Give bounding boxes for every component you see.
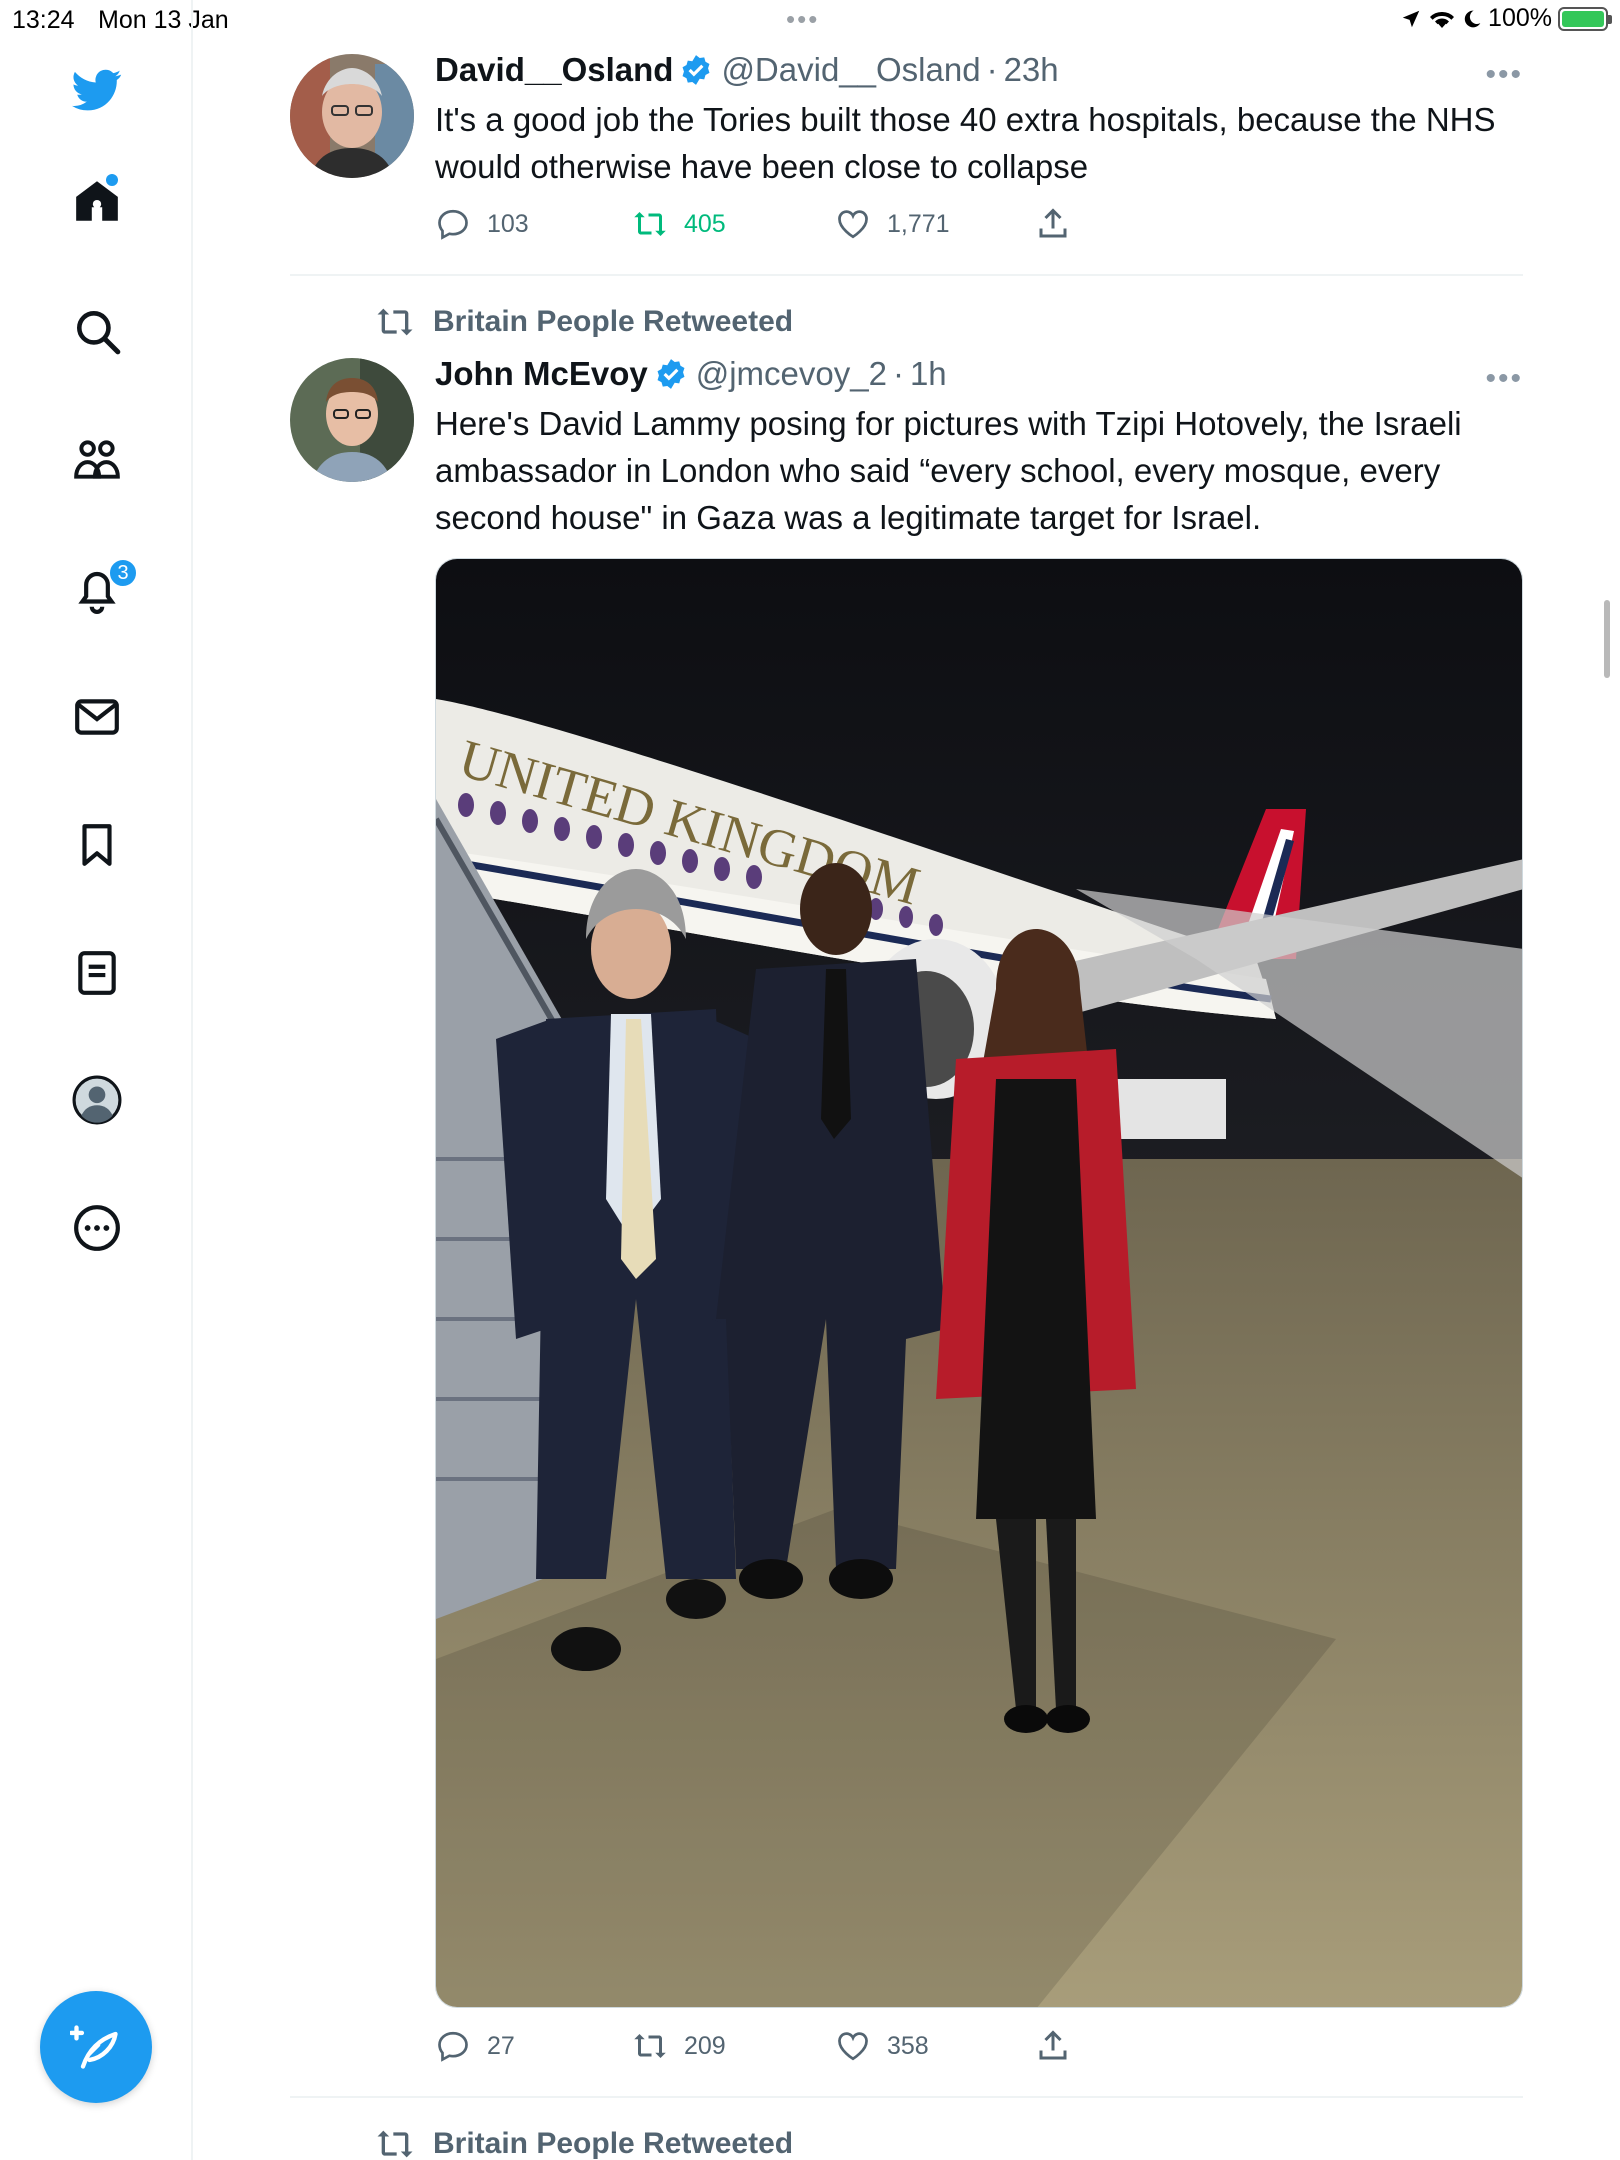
- multitask-dots-icon[interactable]: •••: [786, 4, 819, 35]
- communities-icon: [74, 440, 120, 479]
- tweet-time[interactable]: 1h: [910, 355, 947, 393]
- user-avatar-photo: [290, 358, 414, 482]
- share-icon: [1039, 208, 1067, 238]
- battery-icon: [1558, 6, 1612, 31]
- status-bar: 13:24 Mon 13 Jan ••• 100%: [0, 0, 1620, 40]
- tweet-text: It's a good job the Tories built those 4…: [435, 101, 1496, 185]
- envelope-icon: [75, 699, 119, 735]
- like-button[interactable]: 358: [835, 2028, 929, 2064]
- reply-icon: [438, 2031, 468, 2062]
- more-circle-icon: [74, 1205, 120, 1251]
- author-name[interactable]: David__Osland: [435, 51, 673, 89]
- like-count: 1,771: [887, 209, 950, 238]
- separator-dot: ·: [986, 51, 998, 88]
- heart-icon: [838, 2032, 868, 2061]
- tweet-divider: [290, 274, 1523, 276]
- user-avatar-photo: [290, 54, 414, 178]
- like-count: 358: [887, 2031, 929, 2060]
- reply-count: 103: [487, 209, 529, 238]
- compose-tweet-button[interactable]: [40, 1991, 152, 2103]
- scrollbar[interactable]: [1604, 600, 1610, 678]
- photo-airport-scene: UNITED KINGDOM: [436, 559, 1522, 2007]
- retweet-icon: [634, 212, 666, 236]
- like-button[interactable]: 1,771: [835, 206, 950, 242]
- tweet-divider: [290, 2096, 1523, 2098]
- heart-icon: [838, 210, 868, 239]
- retweeted-by[interactable]: Britain People Retweeted: [375, 2124, 793, 2160]
- nav-bookmarks[interactable]: [62, 810, 132, 880]
- author-name[interactable]: John McEvoy: [435, 355, 648, 393]
- location-icon: [1402, 10, 1420, 27]
- retweeted-by[interactable]: Britain People Retweeted: [375, 302, 793, 342]
- more-options-icon[interactable]: •••: [1485, 362, 1523, 396]
- avatar[interactable]: [290, 54, 414, 178]
- tweet-photo[interactable]: UNITED KINGDOM: [435, 558, 1523, 2008]
- home-unread-dot: [106, 174, 118, 186]
- wifi-icon: [1430, 11, 1455, 28]
- retweet-icon: [377, 2130, 413, 2158]
- tweet-content: David__Osland @David__Osland · 23h ••• I…: [435, 48, 1523, 190]
- tweet-header: John McEvoy @jmcevoy_2 · 1h: [435, 352, 1523, 396]
- more-options-icon[interactable]: •••: [1485, 58, 1523, 92]
- retweet-button[interactable]: 405: [632, 206, 726, 242]
- verified-badge-icon: [657, 359, 685, 389]
- battery-percentage: 100%: [1488, 4, 1552, 32]
- share-icon: [1039, 2030, 1067, 2060]
- nav-notifications[interactable]: 3: [62, 554, 138, 624]
- tweet-header: David__Osland @David__Osland · 23h: [435, 48, 1523, 92]
- author-handle[interactable]: @jmcevoy_2: [696, 355, 887, 393]
- twitter-logo[interactable]: [62, 55, 132, 125]
- author-handle[interactable]: @David__Osland: [721, 51, 980, 89]
- retweeted-by-label: Britain People Retweeted: [433, 305, 794, 338]
- nav-home[interactable]: [62, 166, 132, 236]
- retweet-icon: [377, 308, 413, 336]
- nav-communities[interactable]: [62, 425, 132, 495]
- retweet-count: 209: [684, 2031, 726, 2060]
- share-button[interactable]: [1035, 206, 1071, 242]
- tweet-text: Here's David Lammy posing for pictures w…: [435, 405, 1462, 536]
- retweet-count: 405: [684, 209, 726, 238]
- retweet-button[interactable]: 209: [632, 2028, 726, 2064]
- reply-button[interactable]: 27: [435, 2028, 515, 2064]
- retweeted-by-label: Britain People Retweeted: [433, 2127, 794, 2160]
- nav-profile[interactable]: [62, 1065, 132, 1135]
- profile-avatar-icon: [72, 1075, 122, 1125]
- notification-count-badge: 3: [108, 558, 138, 588]
- retweet-icon: [634, 2034, 666, 2058]
- reply-count: 27: [487, 2031, 515, 2060]
- sidebar-nav: 3: [0, 0, 193, 2160]
- verified-badge-icon: [682, 55, 710, 85]
- feather-plus-icon: [70, 2025, 118, 2069]
- bookmark-icon: [82, 824, 112, 866]
- share-button[interactable]: [1035, 2028, 1071, 2064]
- reply-button[interactable]: 103: [435, 206, 529, 242]
- search-icon: [77, 311, 121, 355]
- moon-icon: [1464, 10, 1481, 27]
- twitter-bird-icon: [72, 69, 122, 111]
- list-icon: [78, 951, 116, 995]
- tweet-time[interactable]: 23h: [1004, 51, 1059, 89]
- avatar[interactable]: [290, 358, 414, 482]
- separator-dot: ·: [892, 355, 904, 392]
- status-indicators: 100%: [1400, 4, 1612, 33]
- nav-lists[interactable]: [62, 938, 132, 1008]
- tweet-content: John McEvoy @jmcevoy_2 · 1h ••• Here's D…: [435, 352, 1523, 541]
- nav-more[interactable]: [62, 1193, 132, 1263]
- nav-explore[interactable]: [62, 296, 132, 366]
- nav-messages[interactable]: [62, 682, 132, 752]
- reply-icon: [438, 209, 468, 240]
